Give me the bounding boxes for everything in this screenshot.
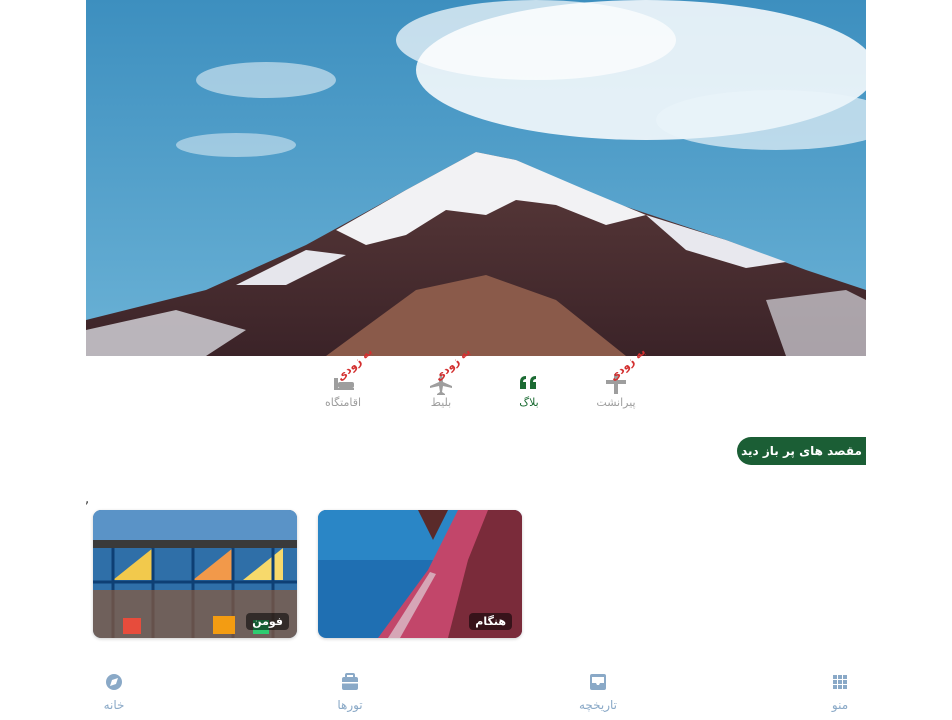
briefcase-icon [342, 673, 358, 690]
bottom-navigation: خانه تورها تاریخچه منو [0, 662, 952, 720]
quick-link-tool[interactable]: پیرانشت به زودی [581, 345, 651, 418]
mountain-photo [86, 0, 866, 356]
nav-label: تورها [337, 698, 363, 712]
quick-link-ticket[interactable]: بلیط به زودی [406, 345, 476, 418]
quick-link-label: بلیط [430, 396, 452, 409]
destination-name: فومن [246, 613, 289, 630]
destination-card-fuman[interactable]: فومن [93, 510, 297, 638]
quote-icon [520, 376, 536, 389]
inbox-icon [590, 674, 606, 690]
quick-link-label: بلاگ [519, 396, 539, 409]
nav-label: تاریخچه [578, 698, 618, 712]
quick-link-label: پیرانشت [596, 396, 636, 409]
quick-link-blog[interactable]: بلاگ [494, 368, 564, 418]
nav-menu[interactable]: منو [795, 672, 885, 712]
destination-card-hengam[interactable]: هنگام [318, 510, 522, 638]
nav-label: منو [831, 698, 849, 712]
destination-name: هنگام [469, 613, 512, 630]
grid-icon [833, 675, 847, 689]
nav-history[interactable]: تاریخچه [553, 672, 643, 712]
hero-banner [86, 0, 866, 356]
nav-tours[interactable]: تورها [305, 672, 395, 712]
section-title-popular-destinations: مقصد های پر باز دید [737, 437, 866, 465]
quick-link-accommodation[interactable]: اقامتگاه به زودی [308, 345, 378, 418]
quick-link-label: اقامتگاه [324, 396, 362, 409]
nav-label: خانه [103, 698, 125, 712]
compass-icon [106, 674, 122, 690]
stray-mark: , [85, 492, 90, 507]
nav-home[interactable]: خانه [69, 672, 159, 712]
